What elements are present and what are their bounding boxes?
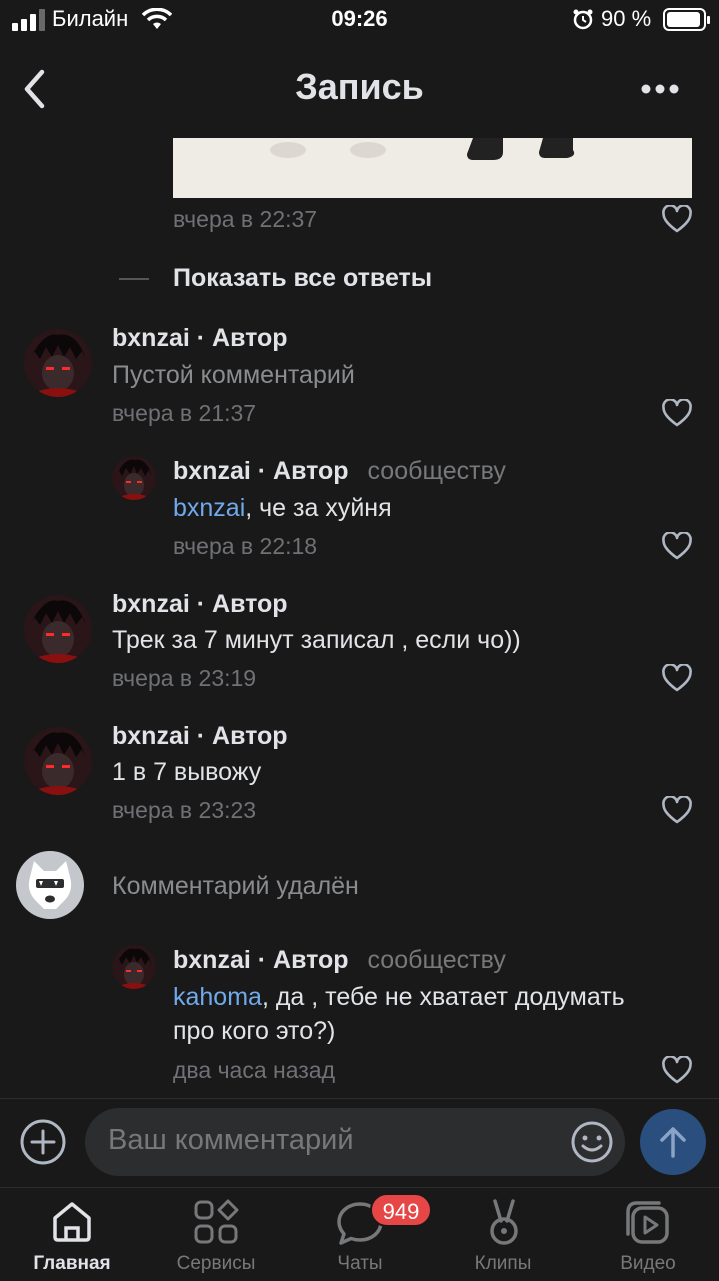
reply-target[interactable]: сообществу (368, 457, 506, 485)
comment-input-placeholder: Ваш комментарий (108, 1124, 354, 1156)
like-heart-icon[interactable] (662, 796, 692, 824)
like-heart-icon[interactable] (662, 399, 692, 427)
like-heart-icon[interactable] (662, 664, 692, 692)
tab-label: Чаты (337, 1253, 383, 1274)
author-badge: · Автор (196, 590, 288, 618)
mention-link[interactable]: bxnzai (173, 494, 245, 522)
comment-author: bxnzai · Автор (112, 324, 288, 353)
author-badge: · Автор (257, 946, 349, 974)
comment-text: 1 в 7 вывожу (112, 758, 262, 786)
author-name[interactable]: bxnzai (173, 946, 251, 974)
comment-author: bxnzai · Автор (112, 722, 288, 751)
like-heart-icon[interactable] (662, 532, 692, 560)
send-arrow-icon (660, 1127, 686, 1158)
chats-unread-badge: 949 (370, 1193, 432, 1227)
comment-text-line2: про кого это?) (173, 1017, 336, 1045)
comment-time: вчера в 21:37 (112, 400, 257, 426)
alarm-icon (573, 9, 593, 30)
author-name[interactable]: bxnzai (173, 457, 251, 485)
avatar[interactable] (112, 945, 156, 989)
comment-time: вчера в 23:19 (112, 665, 257, 691)
author-badge: · Автор (196, 324, 288, 352)
comment-attached-image[interactable] (173, 138, 692, 198)
author-name[interactable]: bxnzai (112, 722, 190, 750)
comment-time: вчера в 22:37 (173, 206, 318, 232)
replies-divider (119, 278, 149, 280)
comment-body: , че за хуйня (245, 494, 392, 522)
comment-text: bxnzai, че за хуйня (173, 490, 392, 526)
comment-text: Пустой комментарий (112, 361, 355, 389)
more-options-icon[interactable] (641, 83, 681, 95)
clips-icon (490, 1199, 518, 1245)
comment-time: вчера в 23:23 (112, 797, 257, 823)
battery-percent: 90 % (601, 6, 652, 31)
like-heart-icon[interactable] (662, 1056, 692, 1084)
comment-time: два часа назад (173, 1057, 336, 1083)
attach-plus-icon[interactable] (19, 1118, 67, 1166)
tab-label: Видео (620, 1253, 676, 1274)
author-badge: · Автор (257, 457, 349, 485)
mention-link[interactable]: kahoma (173, 983, 262, 1011)
deleted-user-avatar (16, 851, 84, 919)
comment-text: Трек за 7 минут записал , если чо)) (112, 626, 521, 654)
tab-label: Главная (33, 1253, 111, 1274)
deactivated-dog-icon (28, 861, 72, 909)
status-bar: Билайн 09:26 90 % (0, 0, 719, 40)
user-avatar-image (112, 945, 156, 989)
user-avatar-image (24, 329, 92, 397)
comment-body: , да , тебе не хватает додумать (261, 983, 625, 1011)
show-all-replies-button[interactable]: Показать все ответы (173, 264, 432, 293)
user-avatar-image (112, 456, 156, 500)
page-title: Запись (295, 66, 424, 107)
avatar[interactable] (112, 456, 156, 500)
comment-author: bxnzai · Автор сообществу (173, 457, 506, 486)
like-heart-icon[interactable] (662, 205, 692, 233)
author-badge: · Автор (196, 722, 288, 750)
comment-time: вчера в 22:18 (173, 533, 318, 559)
emoji-smile-icon[interactable] (570, 1120, 614, 1164)
battery-icon (663, 8, 710, 31)
user-avatar-image (24, 595, 92, 663)
home-icon (53, 1202, 91, 1242)
send-button[interactable] (640, 1109, 706, 1175)
avatar[interactable] (24, 329, 92, 397)
tab-label: Клипы (474, 1253, 532, 1274)
sneakers-photo (270, 138, 575, 160)
comment-author: bxnzai · Автор сообществу (173, 946, 506, 975)
author-name[interactable]: bxnzai (112, 324, 190, 352)
comment-author: bxnzai · Автор (112, 590, 288, 619)
comment-text: kahoma, да , тебе не хватает додумать (173, 979, 625, 1015)
services-grid-icon (194, 1199, 239, 1244)
tab-label: Сервисы (176, 1253, 256, 1274)
avatar[interactable] (24, 595, 92, 663)
video-play-icon (626, 1201, 669, 1244)
user-avatar-image (24, 727, 92, 795)
author-name[interactable]: bxnzai (112, 590, 190, 618)
avatar[interactable] (24, 727, 92, 795)
deleted-comment-text: Комментарий удалён (112, 872, 359, 900)
reply-target[interactable]: сообществу (368, 946, 506, 974)
